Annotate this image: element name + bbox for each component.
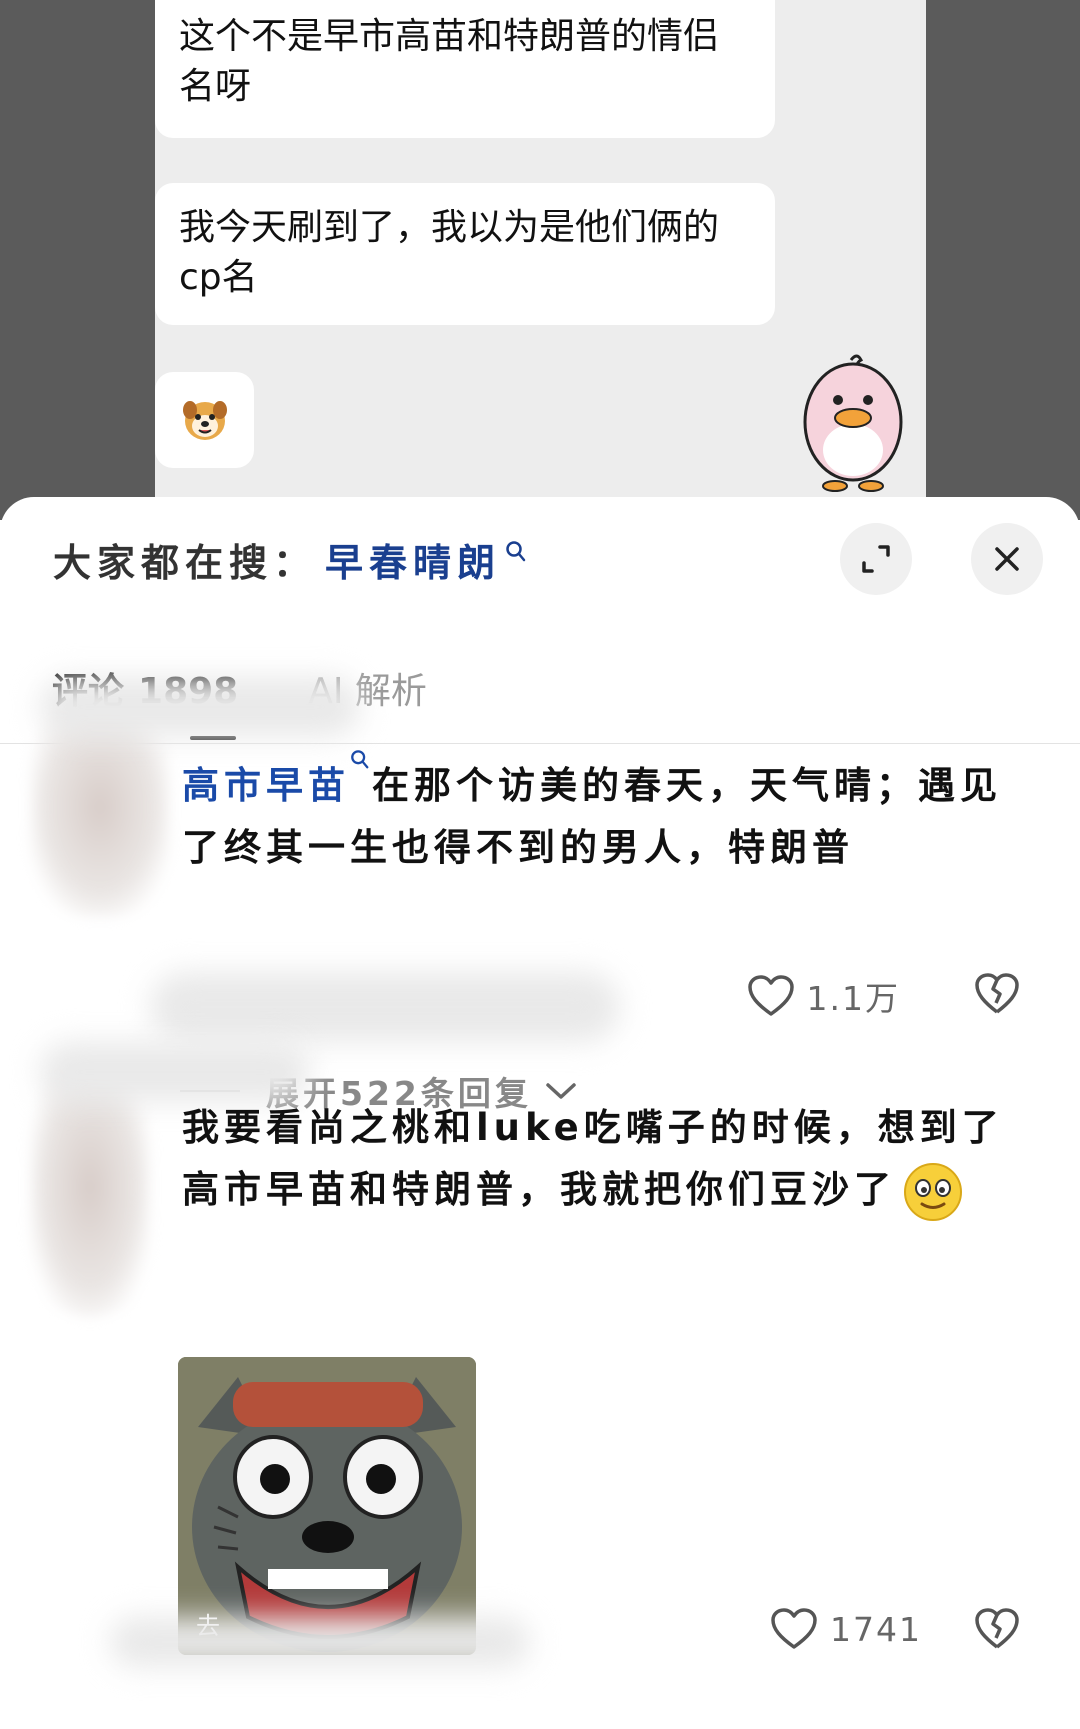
comment-actions: 1.1万 [0, 972, 1080, 1032]
search-icon [506, 541, 526, 562]
dislike-button[interactable] [974, 1607, 1020, 1655]
meta-blurred [110, 1617, 530, 1667]
close-icon [995, 547, 1019, 571]
trending-search-row[interactable]: 大家都在搜： 早春晴朗 [53, 532, 527, 587]
dog-face-sticker-icon [182, 401, 227, 440]
username-blurred[interactable] [40, 677, 360, 737]
like-button[interactable]: 1.1万 [747, 972, 900, 1020]
smiley-face-icon [904, 1162, 962, 1221]
heart-icon [771, 1608, 817, 1649]
chat-message-2: 我今天刷到了，我以为是他们俩的cp名 [179, 207, 720, 298]
comment-text: 我要看尚之桃和luke吃嘴子的时候，想到了高市早苗和特朗普，我就把你们豆沙了 [182, 1097, 1022, 1223]
chat-message-1: 这个不是早市高苗和特朗普的情侣名呀 [179, 16, 720, 107]
like-button[interactable]: 1741 [770, 1607, 922, 1651]
broken-heart-icon [975, 973, 1019, 1014]
heart-icon [747, 975, 794, 1016]
expand-button[interactable] [840, 523, 912, 595]
chat-bubble-2: 我今天刷到了，我以为是他们俩的cp名 [155, 183, 775, 325]
chat-bubble-1: 这个不是早市高苗和特朗普的情侣名呀 [155, 0, 775, 138]
username-blurred[interactable] [40, 1042, 310, 1102]
chat-bubble-sticker [155, 372, 254, 468]
comment-body: 我要看尚之桃和luke吃嘴子的时候，想到了高市早苗和特朗普，我就把你们豆沙了 [182, 1106, 1004, 1211]
comments-sheet: 大家都在搜： 早春晴朗 评论1898 AI 解析 高市早苗在那个访美的 [0, 497, 1080, 1729]
comment-text: 高市早苗 在那个访美的春天，天气晴；遇见了终其一生也得不到的男人，特朗普 [182, 750, 1022, 879]
broken-heart-icon [975, 1608, 1019, 1649]
like-count: 1.1万 [806, 979, 900, 1018]
trending-search-term[interactable]: 早春晴朗 [325, 532, 501, 587]
hashtag-search-icon [351, 750, 369, 769]
dislike-button[interactable] [974, 972, 1020, 1020]
trending-search-label: 大家都在搜： [53, 540, 318, 585]
close-button[interactable] [971, 523, 1043, 595]
comment-hashtag[interactable]: 高市早苗 [182, 764, 350, 807]
expand-icon [862, 545, 890, 573]
like-count: 1741 [830, 1609, 922, 1649]
pink-penguin-sticker-icon [803, 354, 903, 492]
